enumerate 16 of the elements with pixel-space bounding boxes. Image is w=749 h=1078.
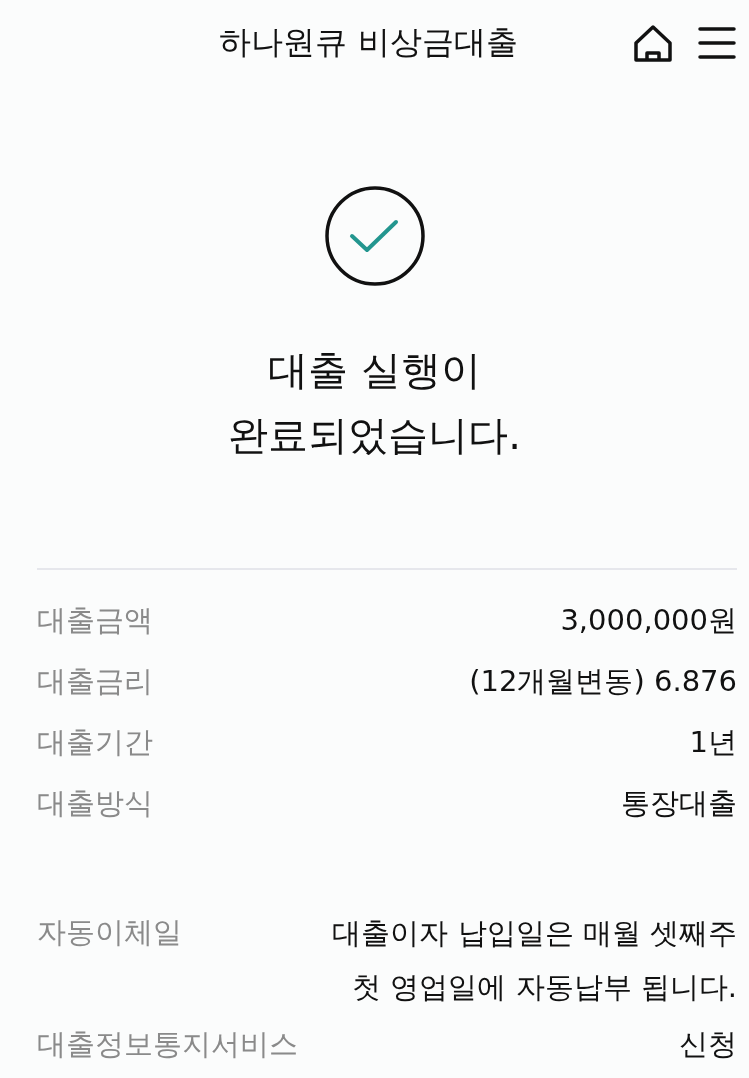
detail-label: 대출금리: [37, 663, 153, 700]
page-title: 하나원큐 비상금대출: [219, 22, 518, 63]
completion-message: 대출 실행이 완료되었습니다.: [228, 346, 521, 460]
home-icon[interactable]: [633, 23, 673, 63]
detail-value: (12개월변동) 6.876: [469, 663, 737, 700]
detail-value: 신청: [679, 1026, 737, 1063]
detail-label: 대출방식: [37, 785, 153, 822]
detail-label: 대출금액: [37, 602, 153, 639]
detail-label: 대출정보통지서비스: [37, 1026, 298, 1063]
detail-value: 대출이자 납입일은 매월 셋째주 첫 영업일에 자동납부 됩니다.: [332, 915, 737, 1006]
detail-label: 자동이체일: [37, 914, 182, 951]
detail-label: 대출기간: [37, 724, 153, 761]
check-circle-icon: [324, 186, 425, 286]
detail-value: 통장대출: [621, 785, 737, 822]
detail-value: 3,000,000원: [560, 602, 737, 639]
detail-value: 1년: [689, 724, 737, 761]
